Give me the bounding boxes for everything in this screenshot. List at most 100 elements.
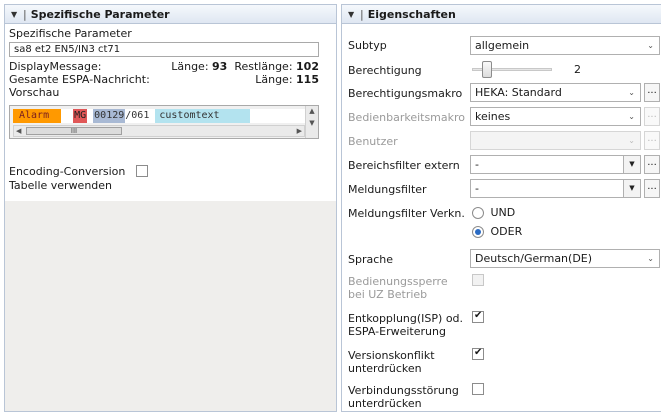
radio-oder[interactable]	[472, 226, 484, 238]
berechtigung-label: Berechtigung	[348, 64, 422, 77]
meldungsfilter-row: Meldungsfilter - ▼ ...	[342, 179, 661, 198]
preview-alarm-segment: Alarm	[13, 109, 62, 123]
bedienbarkeitsmakro-dropdown[interactable]: keines ⌄	[470, 107, 641, 126]
scroll-left-icon[interactable]: ◀	[16, 126, 21, 136]
collapse-triangle-icon[interactable]: ▼	[11, 10, 21, 19]
bedienungssperre-label: Bedienungssperre bei UZ Betrieb	[348, 275, 448, 301]
entkopplung-checkbox[interactable]	[472, 310, 484, 323]
preview-sub-segment: /061	[125, 110, 150, 121]
chevron-down-icon: ⌄	[628, 136, 635, 145]
entkopplung-label: Entkopplung(ISP) od. ESPA-Erweiterung	[348, 312, 464, 338]
panel-header-properties[interactable]: ▼ | Eigenschaften	[342, 5, 661, 24]
berechtigungsmakro-dropdown[interactable]: HEKA: Standard ⌄	[470, 83, 641, 102]
berechtigung-slider-thumb[interactable]	[482, 61, 492, 78]
bedienbarkeitsmakro-row: Bedienbarkeitsmakro keines ⌄ ...	[342, 107, 661, 126]
encoding-conversion-row: Encoding-Conversion	[9, 165, 319, 178]
header-separator: |	[23, 7, 27, 21]
section-title: Spezifische Parameter	[9, 27, 132, 40]
berechtigungsmakro-label: Berechtigungsmakro	[348, 87, 463, 100]
header-separator: |	[360, 7, 364, 21]
preview-box: Alarm MG 00129/061 customtext ▲ ▼ ◀ III ▶	[9, 105, 319, 139]
bedienbarkeitsmakro-label: Bedienbarkeitsmakro	[348, 111, 466, 124]
berechtigung-value: 2	[574, 63, 581, 76]
collapse-triangle-icon[interactable]: ▼	[348, 10, 358, 19]
bereichsfilter-value: -	[475, 158, 479, 171]
sprache-row: Sprache Deutsch/German(DE) ⌄	[342, 249, 661, 268]
berechtigungsmakro-browse-button[interactable]: ...	[644, 83, 660, 102]
use-table-label: Tabelle verwenden	[9, 179, 113, 192]
table-row: Tabelle verwenden	[9, 179, 319, 192]
panel-header-specific-parameters[interactable]: ▼ | Spezifische Parameter	[5, 5, 336, 24]
preview-vertical-scrollbar[interactable]: ▲ ▼	[305, 106, 318, 138]
preview-line: Alarm MG 00129/061 customtext	[13, 109, 305, 123]
panel-title: Eigenschaften	[367, 7, 456, 21]
bereichsfilter-dropdown[interactable]: - ▼	[470, 155, 641, 174]
radio-und-option[interactable]: UND	[472, 206, 515, 219]
scroll-up-icon[interactable]: ▲	[306, 106, 318, 116]
address-input[interactable]: sa8 et2 EN5/IN3 ct71	[9, 42, 319, 57]
chevron-down-icon: ⌄	[647, 254, 654, 263]
encoding-conversion-label: Encoding-Conversion	[9, 165, 126, 178]
scroll-right-icon[interactable]: ▶	[297, 126, 302, 136]
dropdown-triangle-icon[interactable]: ▼	[623, 156, 640, 173]
benutzer-dropdown[interactable]: ⌄	[470, 131, 641, 150]
subtyp-label: Subtyp	[348, 39, 387, 52]
remaining-length-value: 102	[296, 60, 319, 73]
meldungsfilter-label: Meldungsfilter	[348, 183, 427, 196]
sprache-dropdown[interactable]: Deutsch/German(DE) ⌄	[470, 249, 660, 268]
chevron-down-icon: ⌄	[628, 112, 635, 121]
preview-number-segment: 00129	[93, 109, 126, 123]
empty-area	[5, 201, 336, 411]
bereichsfilter-row: Bereichsfilter extern - ▼ ...	[342, 155, 661, 174]
preview-horizontal-scrollbar[interactable]: ◀ III ▶	[13, 125, 305, 137]
bedienungssperre-checkbox[interactable]	[472, 274, 484, 286]
meldungsfilter-verkn-label: Meldungsfilter Verkn.	[348, 207, 465, 220]
benutzer-browse-button[interactable]: ...	[644, 131, 660, 150]
berechtigungsmakro-row: Berechtigungsmakro HEKA: Standard ⌄ ...	[342, 83, 661, 102]
preview-label: Vorschau	[9, 86, 60, 99]
bereichsfilter-browse-button[interactable]: ...	[644, 155, 660, 174]
versionskonflikt-checkbox[interactable]	[472, 347, 484, 360]
chevron-down-icon: ⌄	[647, 41, 654, 50]
dropdown-triangle-icon[interactable]: ▼	[623, 180, 640, 197]
chevron-down-icon: ⌄	[628, 88, 635, 97]
total-length-value: 115	[296, 73, 319, 86]
subtyp-row: Subtyp allgemein ⌄	[342, 36, 661, 55]
total-espa-row: Gesamte ESPA-Nachricht: Länge: 115	[9, 73, 319, 86]
meldungsfilter-dropdown[interactable]: - ▼	[470, 179, 641, 198]
bedienbarkeitsmakro-value: keines	[475, 110, 511, 123]
benutzer-row: Benutzer ⌄ ...	[342, 131, 661, 150]
subtyp-dropdown[interactable]: allgemein ⌄	[470, 36, 660, 55]
benutzer-label: Benutzer	[348, 135, 398, 148]
length-label: Länge:	[171, 60, 209, 73]
bedienbarkeitsmakro-browse-button[interactable]: ...	[644, 107, 660, 126]
scroll-down-icon[interactable]: ▼	[306, 116, 318, 130]
bereichsfilter-label: Bereichsfilter extern	[348, 159, 460, 172]
subtyp-value: allgemein	[475, 39, 530, 52]
berechtigungsmakro-value: HEKA: Standard	[475, 86, 562, 99]
radio-oder-option[interactable]: ODER	[472, 225, 522, 238]
versionskonflikt-label: Versionskonflikt unterdrücken	[348, 349, 435, 375]
properties-panel: ▼ | Eigenschaften Subtyp allgemein ⌄ Ber…	[341, 4, 661, 412]
radio-und-label: UND	[490, 206, 516, 219]
total-espa-label: Gesamte ESPA-Nachricht:	[9, 73, 150, 86]
total-length-label: Länge:	[255, 73, 293, 86]
radio-und[interactable]	[472, 207, 484, 219]
encoding-conversion-checkbox[interactable]	[135, 165, 148, 177]
preview-label-row: Vorschau	[9, 86, 319, 99]
sprache-label: Sprache	[348, 253, 394, 266]
preview-mg-segment: MG	[73, 109, 88, 123]
verbindungsstoerung-checkbox[interactable]	[472, 383, 484, 395]
display-message-label: DisplayMessage:	[9, 60, 102, 73]
scroll-thumb[interactable]: III	[26, 127, 122, 135]
specific-parameters-content: Spezifische Parameter sa8 et2 EN5/IN3 ct…	[5, 25, 336, 201]
verbindungsstoerung-label: Verbindungsstörung unterdrücken	[348, 384, 459, 410]
remaining-length-label: Restlänge:	[234, 60, 293, 73]
radio-oder-label: ODER	[490, 225, 523, 238]
panel-title: Spezifische Parameter	[30, 7, 170, 21]
display-message-row: DisplayMessage: Länge: 93 Restlänge: 102	[9, 60, 319, 73]
preview-text-segment: customtext	[155, 109, 250, 123]
sprache-value: Deutsch/German(DE)	[475, 252, 593, 265]
meldungsfilter-browse-button[interactable]: ...	[644, 179, 660, 198]
length-value: 93	[212, 60, 228, 73]
